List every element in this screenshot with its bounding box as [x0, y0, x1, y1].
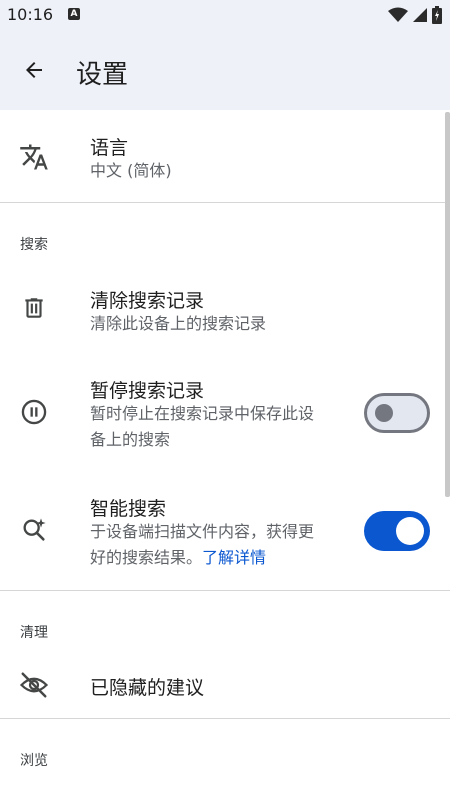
accessibility-notification-icon: A: [68, 8, 80, 20]
language-row[interactable]: 语言 中文 (简体): [0, 112, 450, 202]
battery-icon: [432, 6, 442, 24]
translate-icon: [18, 141, 50, 173]
page-title: 设置: [76, 60, 129, 90]
smart-search-row[interactable]: 智能搜索 于设备端扫描文件内容，获得更 好的搜索结果。了解详情: [0, 482, 450, 582]
search-spark-icon: [18, 514, 50, 546]
clear-search-history-title: 清除搜索记录: [90, 290, 205, 312]
pause-search-history-subtitle-line2: 备上的搜索: [90, 430, 171, 449]
visibility-off-icon: [18, 669, 50, 701]
hidden-suggestions-row[interactable]: 已隐藏的建议: [0, 652, 450, 718]
toggle-knob: [396, 517, 424, 545]
signal-icon: [413, 8, 427, 22]
wifi-icon: [388, 7, 408, 22]
learn-more-link[interactable]: 了解详情: [202, 548, 266, 567]
pause-circle-icon: [18, 396, 50, 428]
clear-search-history-row[interactable]: 清除搜索记录 清除此设备上的搜索记录: [0, 270, 450, 346]
status-bar: 10:16 A: [0, 0, 450, 30]
pause-search-history-subtitle-line1: 暂时停止在搜索记录中保存此设: [90, 404, 315, 423]
section-header-search: 搜索: [20, 237, 48, 253]
pause-search-history-row[interactable]: 暂停搜索记录 暂时停止在搜索记录中保存此设 备上的搜索: [0, 364, 450, 464]
smart-search-subtitle-text: 好的搜索结果。: [90, 548, 203, 567]
language-title: 语言: [90, 137, 129, 159]
pause-search-history-toggle[interactable]: [364, 393, 430, 433]
back-button[interactable]: [14, 50, 54, 90]
status-icons: [388, 6, 442, 24]
app-bar: 设置: [0, 30, 450, 110]
smart-search-subtitle-line2: 好的搜索结果。了解详情: [90, 545, 266, 571]
trash-icon: [18, 292, 50, 324]
hidden-suggestions-title: 已隐藏的建议: [90, 677, 205, 699]
divider: [0, 590, 450, 591]
divider: [0, 718, 450, 719]
arrow-back-icon: [26, 62, 42, 78]
clear-search-history-subtitle: 清除此设备上的搜索记录: [90, 314, 267, 333]
divider: [0, 202, 450, 203]
smart-search-toggle[interactable]: [364, 511, 430, 551]
scrollbar[interactable]: [445, 112, 450, 497]
smart-search-subtitle-line1: 于设备端扫描文件内容，获得更: [90, 522, 315, 541]
section-header-browse: 浏览: [20, 753, 48, 769]
language-value: 中文 (简体): [90, 161, 172, 180]
status-time: 10:16: [7, 5, 54, 24]
pause-search-history-title: 暂停搜索记录: [90, 380, 205, 402]
smart-search-title: 智能搜索: [90, 498, 167, 520]
toggle-knob: [375, 404, 393, 422]
section-header-clean: 清理: [20, 625, 48, 641]
